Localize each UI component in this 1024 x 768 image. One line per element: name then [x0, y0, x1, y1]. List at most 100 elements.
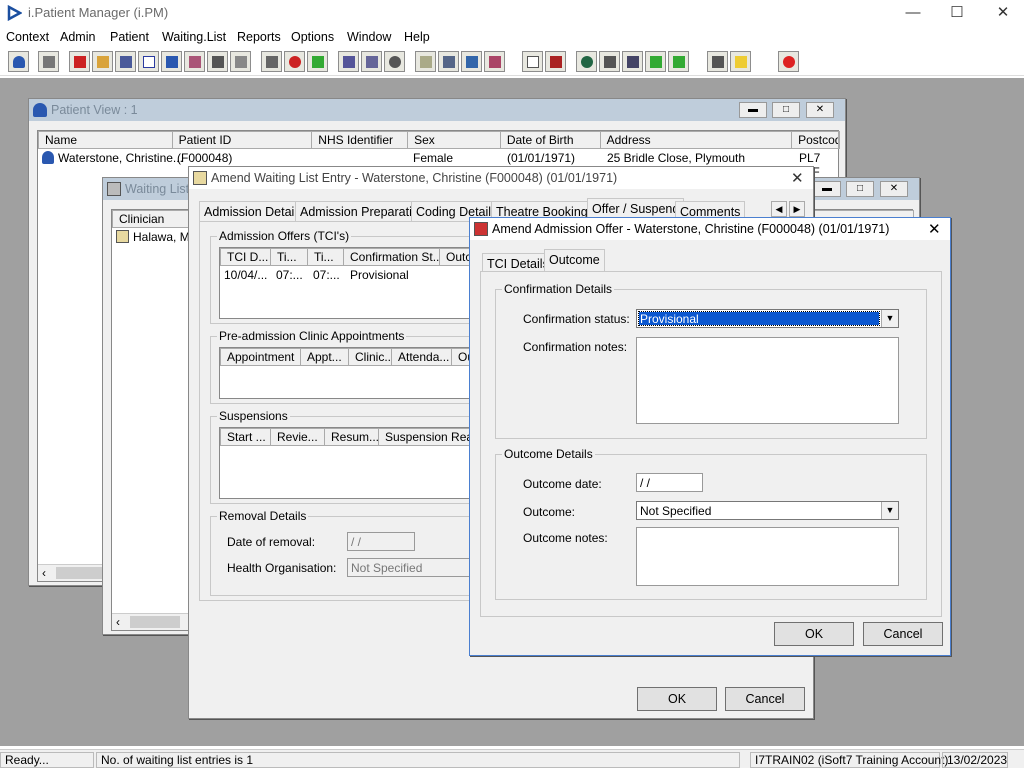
tab-admission-details[interactable]: Admission Details	[199, 201, 309, 221]
form-icon[interactable]	[184, 51, 205, 72]
folder-icon[interactable]	[92, 51, 113, 72]
col-dob[interactable]: Date of Birth	[501, 132, 601, 148]
tab-scroll-left-icon[interactable]: ◀	[771, 201, 787, 217]
amend-wl-title: Amend Waiting List Entry - Waterstone, C…	[211, 171, 618, 185]
app-title: i.Patient Manager (i.PM)	[28, 5, 169, 20]
screen-icon[interactable]	[307, 51, 328, 72]
cell-dob: (01/01/1971)	[507, 151, 576, 165]
scroll-left-icon[interactable]: ‹	[116, 615, 120, 629]
menu-options[interactable]: Options	[291, 30, 334, 44]
pv-minimize-button[interactable]: ▬	[739, 102, 767, 118]
book-icon[interactable]	[69, 51, 90, 72]
col-sex[interactable]: Sex	[408, 132, 501, 148]
preadmission-label: Pre-admission Clinic Appointments	[217, 329, 407, 343]
maximize-button[interactable]: ☐	[934, 0, 980, 26]
outcome-label: Outcome:	[523, 505, 576, 519]
close-button[interactable]: ✕	[980, 0, 1024, 26]
col-clinic[interactable]: Clinic...	[349, 349, 392, 365]
col-start[interactable]: Start ...	[221, 429, 271, 445]
tab-outcome[interactable]: Outcome	[544, 249, 605, 271]
col-appt[interactable]: Appt...	[301, 349, 349, 365]
menu-help[interactable]: Help	[404, 30, 430, 44]
list-icon[interactable]	[115, 51, 136, 72]
menu-patient[interactable]: Patient	[110, 30, 149, 44]
patient-icon[interactable]	[8, 51, 29, 72]
outcome-notes-textarea[interactable]	[636, 527, 899, 586]
col-tci-date[interactable]: TCI D...	[221, 249, 271, 265]
close-icon[interactable]: ✕	[791, 169, 804, 187]
task-icon[interactable]	[622, 51, 643, 72]
ambulance-icon[interactable]	[230, 51, 251, 72]
wl-minimize-button[interactable]: ▬	[813, 181, 841, 197]
date-removal-label: Date of removal:	[227, 535, 316, 549]
mail-icon[interactable]	[261, 51, 282, 72]
doc-icon[interactable]	[338, 51, 359, 72]
status-account: I7TRAIN02 (iSoft7 Training Account)	[750, 752, 948, 768]
check-icon[interactable]	[668, 51, 689, 72]
col-appointment[interactable]: Appointment	[221, 349, 301, 365]
confirmation-notes-textarea[interactable]	[636, 337, 899, 424]
col-time-2[interactable]: Ti...	[308, 249, 344, 265]
cell-sex: Female	[413, 151, 454, 165]
m-icon[interactable]	[138, 51, 159, 72]
col-resume[interactable]: Resum...	[325, 429, 379, 445]
col-address[interactable]: Address	[601, 132, 793, 148]
cell-patient-id: (F000048)	[177, 151, 233, 165]
col-confirmation-status[interactable]: Confirmation St...	[344, 249, 440, 265]
refer-icon[interactable]	[207, 51, 228, 72]
admission-offers-label: Admission Offers (TCI's)	[217, 229, 352, 243]
wl-scroll-thumb[interactable]	[130, 616, 180, 628]
notes-icon[interactable]	[415, 51, 436, 72]
exit-icon[interactable]	[778, 51, 799, 72]
cell-name: Waterstone, Christine...	[58, 151, 183, 165]
clock-icon[interactable]	[284, 51, 305, 72]
person-icon[interactable]	[161, 51, 182, 72]
table-row[interactable]: Waterstone, Christine... (F000048) Femal…	[38, 149, 840, 179]
minimize-button[interactable]: —	[890, 0, 936, 26]
col-time-1[interactable]: Ti...	[271, 249, 308, 265]
col-nhs-id[interactable]: NHS Identifier	[312, 132, 409, 148]
chevron-down-icon[interactable]: ▼	[881, 310, 898, 327]
col-postcode[interactable]: Postcod	[792, 132, 839, 148]
bed-icon[interactable]	[461, 51, 482, 72]
pv-scroll-thumb[interactable]	[56, 567, 106, 579]
col-patient-id[interactable]: Patient ID	[173, 132, 313, 148]
amend-offer-cancel-button[interactable]: Cancel	[863, 622, 943, 646]
menu-context[interactable]: Context	[6, 30, 49, 44]
confirmation-status-value: Provisional	[640, 312, 699, 326]
menu-reports[interactable]: Reports	[237, 30, 281, 44]
close-icon[interactable]: ✕	[928, 220, 941, 238]
page-icon[interactable]	[522, 51, 543, 72]
pv-maximize-button[interactable]: □	[772, 102, 800, 118]
amend-wl-ok-button[interactable]: OK	[637, 687, 717, 711]
wl-close-button[interactable]: ✕	[880, 181, 908, 197]
menu-waiting-list[interactable]: Waiting.List	[162, 30, 226, 44]
tab-scroll-right-icon[interactable]: ▶	[789, 201, 805, 217]
date-removal-field[interactable]: / /	[347, 532, 415, 551]
col-attendance[interactable]: Attenda...	[392, 349, 452, 365]
scroll-left-icon[interactable]: ‹	[42, 566, 46, 580]
col-name[interactable]: Name	[39, 132, 173, 148]
menu-window[interactable]: Window	[347, 30, 391, 44]
note-icon[interactable]	[361, 51, 382, 72]
print-icon[interactable]	[38, 51, 59, 72]
col-review[interactable]: Revie...	[271, 429, 325, 445]
message-icon[interactable]	[599, 51, 620, 72]
wl-maximize-button[interactable]: □	[846, 181, 874, 197]
globe-icon[interactable]	[576, 51, 597, 72]
outcome-date-field[interactable]: / /	[636, 473, 703, 492]
swap-icon[interactable]	[707, 51, 728, 72]
menu-admin[interactable]: Admin	[60, 30, 95, 44]
confirmation-status-select[interactable]: Provisional ▼	[636, 309, 899, 328]
amend-offer-ok-button[interactable]: OK	[774, 622, 854, 646]
chart-icon[interactable]	[545, 51, 566, 72]
timer-icon[interactable]	[384, 51, 405, 72]
amend-wl-cancel-button[interactable]: Cancel	[725, 687, 805, 711]
outcome-select[interactable]: Not Specified ▼	[636, 501, 899, 520]
download-icon[interactable]	[645, 51, 666, 72]
pv-close-button[interactable]: ✕	[806, 102, 834, 118]
edit-icon[interactable]	[438, 51, 459, 72]
transfer-icon[interactable]	[484, 51, 505, 72]
chevron-down-icon[interactable]: ▼	[881, 502, 898, 519]
warning-icon[interactable]	[730, 51, 751, 72]
